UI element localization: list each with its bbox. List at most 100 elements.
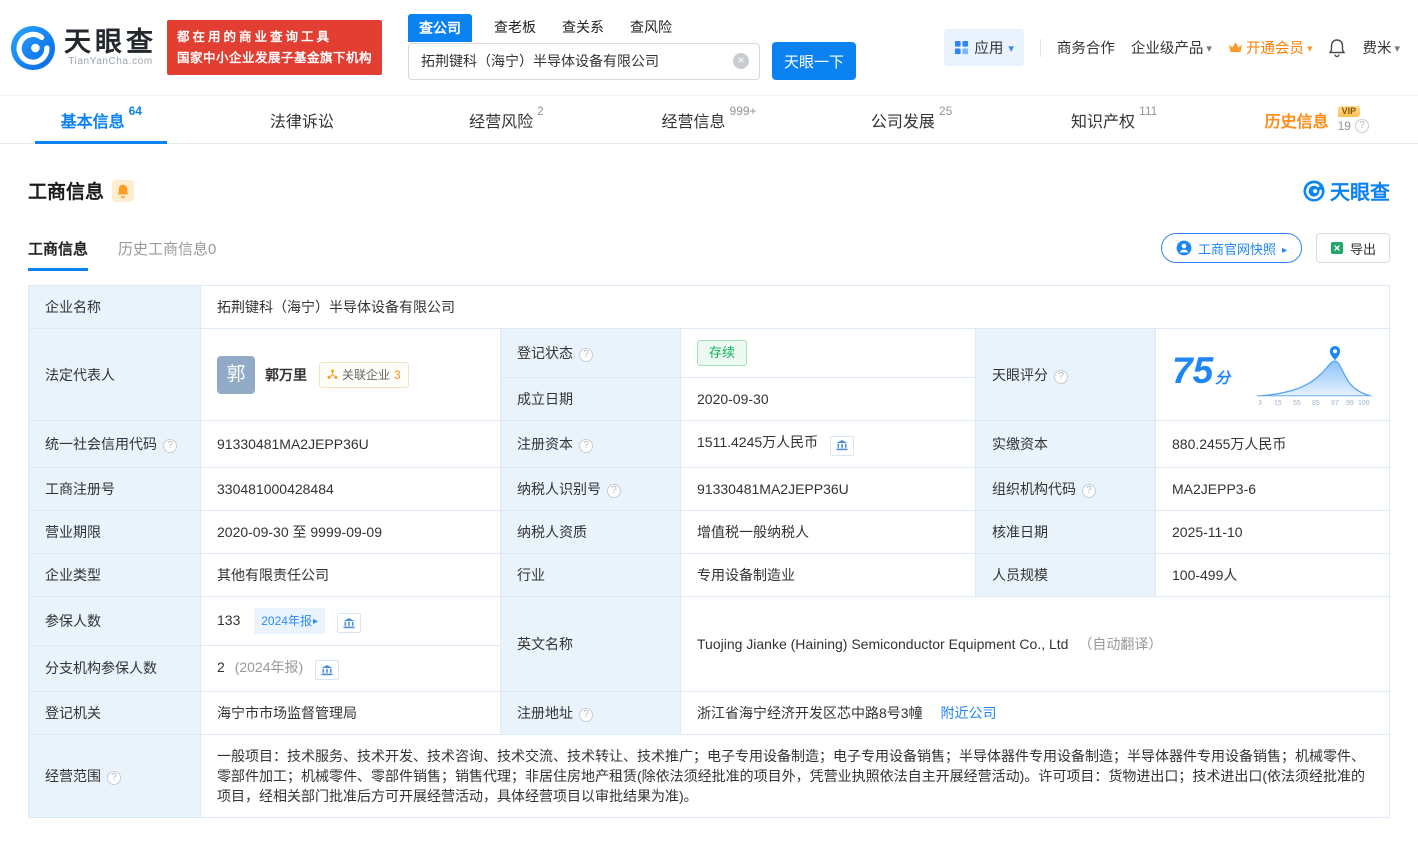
apps-menu[interactable]: 应用 [944, 29, 1024, 66]
business-cooperation-link[interactable]: 商务合作 [1057, 37, 1115, 58]
user-menu[interactable]: 费米 [1362, 37, 1400, 58]
score-axis-tick: 85 [1312, 400, 1320, 406]
tab-history-info[interactable]: 历史信息 VIP 19 [1215, 96, 1418, 143]
help-icon[interactable] [1354, 119, 1369, 133]
score-axis-tick: 99 [1346, 400, 1354, 406]
field-label-text: 注册资本 [517, 435, 573, 452]
chevron-down-icon [1307, 40, 1313, 56]
help-icon[interactable] [1082, 483, 1096, 498]
tianyancha-logo[interactable]: 天眼查 TianYanCha.com [10, 25, 157, 71]
help-icon[interactable] [607, 483, 621, 498]
table-row: 工商注册号 330481000428484 纳税人识别号 91330481MA2… [28, 466, 1390, 511]
tab-history-business-info[interactable]: 历史工商信息0 [118, 238, 216, 271]
search-button[interactable]: 天眼一下 [772, 42, 857, 80]
help-icon[interactable] [579, 438, 593, 453]
logo-en: TianYanCha.com [68, 56, 153, 68]
field-label-text: 参保人数 [45, 612, 101, 629]
help-icon[interactable] [163, 438, 177, 453]
search-row: 天眼一下 [408, 42, 857, 80]
subscribe-bell-icon[interactable] [112, 179, 135, 202]
username: 费米 [1362, 41, 1392, 57]
notification-bell-icon[interactable] [1328, 38, 1346, 58]
section-actions: 工商官网快照 导出 [1160, 233, 1390, 271]
score-number: 75 [1172, 349, 1214, 391]
tab-count: 111 [1139, 104, 1158, 118]
related-companies-icon [327, 369, 338, 379]
bell-icon [117, 184, 129, 198]
related-companies-label: 关联企业 [342, 367, 391, 382]
main-content: 工商信息 天眼查 工商信息 历史工商信息0 工商官网快照 ▸ 导出 企业名称 拓… [0, 176, 1418, 842]
field-value-english-name: Tuojing Jianke (Haining) Semiconductor E… [680, 595, 1390, 692]
vip-upgrade-link[interactable]: 开通会员 [1228, 37, 1313, 58]
tab-basic-info[interactable]: 基本信息 64 [0, 96, 203, 143]
help-icon[interactable] [579, 348, 593, 362]
field-label-taxpayer-quality: 纳税人资质 [500, 509, 681, 554]
search-tab-relation[interactable]: 查关系 [562, 17, 604, 42]
field-value-reg-number: 330481000428484 [200, 466, 501, 511]
help-icon[interactable] [1054, 369, 1068, 384]
legal-rep-avatar[interactable]: 郭 [217, 355, 255, 394]
legal-rep-name-link[interactable]: 郭万里 [265, 365, 307, 385]
table-row: 参保人数 133 2024年报 英文名称 [28, 595, 1390, 692]
field-label-legal-rep: 法定代表人 [28, 328, 201, 421]
clear-search-icon[interactable] [733, 53, 750, 69]
related-companies-badge[interactable]: 关联企业 3 [319, 361, 409, 388]
score-axis-tick: 15 [1274, 400, 1282, 406]
person-circle-icon [1176, 240, 1192, 256]
field-label-reg-address: 注册地址 [500, 691, 681, 735]
field-label-reg-number: 工商注册号 [28, 466, 201, 511]
enterprise-products-link[interactable]: 企业级产品 [1131, 37, 1212, 58]
help-icon[interactable] [107, 771, 121, 785]
annual-report-source-icon[interactable] [315, 660, 340, 680]
field-label-paid-capital: 实缴资本 [975, 420, 1156, 468]
field-label-text: 英文名称 [517, 635, 573, 652]
field-label-credit-code: 统一社会信用代码 [28, 420, 201, 468]
help-icon[interactable] [579, 708, 593, 722]
field-label-reg-capital: 注册资本 [500, 420, 681, 468]
address-text: 浙江省海宁经济开发区芯中路8号3幢 [697, 705, 923, 721]
tab-operation-info[interactable]: 经营信息 999+ [608, 96, 811, 143]
score-axis-tick: 100 [1358, 400, 1370, 406]
bank-icon [836, 440, 848, 451]
slogan-line2: 国家中小企业发展子基金旗下机构 [177, 50, 373, 65]
table-row: 法定代表人 郭 郭万里 关联企业 3 登记状态? 存续 天眼评分? 75 分 3… [28, 328, 1390, 421]
table-row: 经营范围 一般项目：技术服务、技术开发、技术咨询、技术交流、技术转让、技术推广；… [28, 734, 1390, 818]
field-label-industry: 行业 [500, 552, 681, 597]
tab-label: 历史信息 [1264, 113, 1329, 131]
vip-upgrade-label: 开通会员 [1245, 41, 1304, 57]
top-header: 天眼查 TianYanCha.com 都在用的商业查询工具 国家中小企业发展子基… [0, 0, 1418, 96]
field-label-reg-authority: 登记机关 [28, 691, 201, 735]
export-button-label: 导出 [1349, 241, 1376, 257]
annual-report-source-icon[interactable] [336, 613, 361, 633]
brand-slogan: 都在用的商业查询工具 国家中小企业发展子基金旗下机构 [167, 19, 383, 76]
search-input[interactable] [408, 42, 761, 80]
logo-text: 天眼查 TianYanCha.com [64, 27, 157, 68]
annual-report-source-icon[interactable] [830, 435, 855, 456]
field-label-text: 实缴资本 [992, 435, 1048, 452]
field-label-business-scope: 经营范围 [28, 734, 201, 818]
field-value-score: 75 分 3 15 55 85 97 99 100 [1155, 328, 1390, 421]
tab-company-development[interactable]: 公司发展 25 [810, 96, 1013, 143]
tab-business-info[interactable]: 工商信息 [28, 238, 89, 271]
export-button[interactable]: 导出 [1315, 233, 1390, 263]
nearby-companies-link[interactable]: 附近公司 [940, 705, 996, 721]
field-label-text: 工商注册号 [45, 480, 115, 497]
search-tab-company[interactable]: 查公司 [408, 14, 473, 42]
official-snapshot-button[interactable]: 工商官网快照 [1160, 233, 1302, 263]
tab-count: 64 [128, 104, 142, 118]
table-row: 企业名称 拓荆键科（海宁）半导体设备有限公司 [28, 285, 1390, 329]
search-tab-boss[interactable]: 查老板 [494, 17, 536, 42]
field-label-text: 成立日期 [517, 391, 573, 407]
tab-count: 999+ [729, 104, 757, 118]
field-value-reg-address: 浙江省海宁经济开发区芯中路8号3幢 附近公司 [680, 691, 1390, 735]
field-value-establish-date: 2020-09-30 [680, 377, 976, 421]
tab-legal-litigation[interactable]: 法律诉讼 [203, 96, 406, 143]
field-value-industry: 专用设备制造业 [680, 552, 976, 597]
annual-report-badge[interactable]: 2024年报 [254, 607, 325, 634]
search-tab-risk[interactable]: 查风险 [630, 17, 672, 42]
tab-intellectual-property[interactable]: 知识产权 111 [1013, 96, 1216, 143]
tab-count: 2 [537, 104, 544, 118]
field-value-org-code: MA2JEPP3-6 [1155, 466, 1390, 511]
tab-operation-risk[interactable]: 经营风险 2 [405, 96, 608, 143]
field-value-reg-authority: 海宁市市场监督管理局 [200, 691, 501, 735]
